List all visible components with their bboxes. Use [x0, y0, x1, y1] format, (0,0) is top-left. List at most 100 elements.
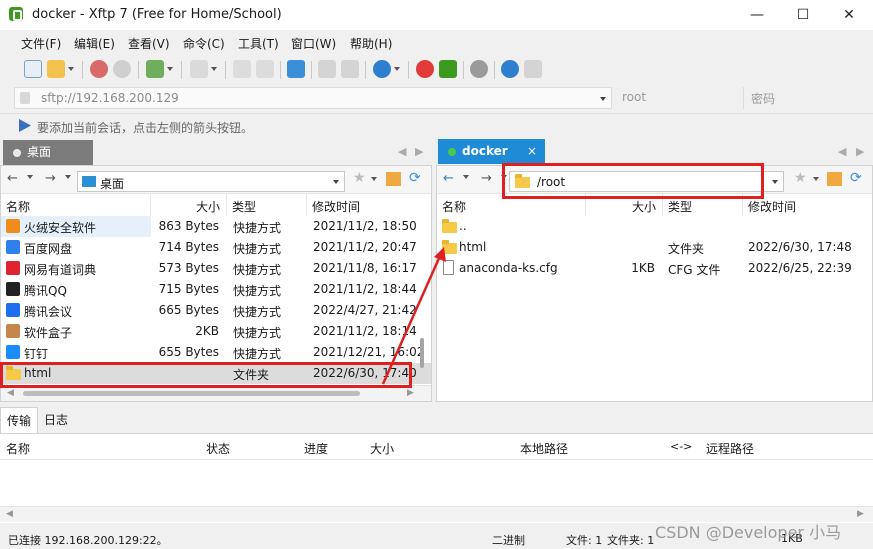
scroll-left-icon[interactable]: ◀ [7, 388, 14, 398]
menu-view[interactable]: 查看(V) [128, 35, 170, 52]
table-row[interactable]: html 文件夹 2022/6/30, 17:48 [437, 237, 872, 258]
table-row[interactable]: 火绒安全软件 863 Bytes 快捷方式 2021/11/2, 18:50 [1, 216, 431, 237]
col-type[interactable]: 类型 [227, 194, 307, 216]
xshell-icon[interactable] [416, 60, 434, 78]
file-name: html [459, 240, 487, 254]
paste-icon[interactable] [256, 60, 274, 78]
transfer-col-progress[interactable]: 进度 [304, 440, 328, 457]
table-row[interactable]: 腾讯会议 665 Bytes 快捷方式 2022/4/27, 21:42 [1, 300, 431, 321]
menu-window[interactable]: 窗口(W) [291, 35, 336, 52]
chevron-down-icon[interactable] [371, 177, 377, 181]
chevron-down-icon[interactable] [600, 97, 606, 101]
tab-scroll-right-icon[interactable]: ▶ [856, 145, 864, 158]
menu-help[interactable]: 帮助(H) [350, 35, 392, 52]
home-folder-icon[interactable] [386, 172, 401, 186]
chevron-down-icon[interactable] [211, 67, 217, 71]
chevron-down-icon[interactable] [27, 175, 33, 179]
sync-icon[interactable] [287, 60, 305, 78]
tab-close-icon[interactable]: × [527, 139, 537, 164]
arrow-icon[interactable] [19, 119, 31, 132]
connect-icon[interactable] [90, 60, 108, 78]
xftp-icon[interactable] [439, 60, 457, 78]
chevron-down-icon[interactable] [772, 180, 778, 184]
chevron-down-icon[interactable] [65, 175, 71, 179]
transfer-mode[interactable]: 二进制 [492, 532, 525, 548]
username-field[interactable]: root [616, 87, 744, 109]
help-icon[interactable] [501, 60, 519, 78]
queue-icon[interactable] [341, 60, 359, 78]
copy-icon[interactable] [233, 60, 251, 78]
chevron-down-icon[interactable] [68, 67, 74, 71]
tab-docker[interactable]: docker × [438, 139, 545, 164]
chevron-down-icon[interactable] [394, 67, 400, 71]
chat-icon[interactable] [524, 60, 542, 78]
scroll-left-icon[interactable]: ◀ [6, 509, 13, 519]
tab-scroll-left-icon[interactable]: ◀ [838, 145, 846, 158]
back-icon[interactable]: ← [443, 171, 454, 186]
tab-desktop[interactable]: 桌面 [3, 140, 93, 165]
chevron-down-icon[interactable] [167, 67, 173, 71]
transfer-col-local-path[interactable]: 本地路径 [520, 440, 568, 457]
col-modified[interactable]: 修改时间 [307, 194, 431, 216]
new-window-icon[interactable] [146, 60, 164, 78]
scroll-right-icon[interactable]: ▶ [407, 388, 414, 398]
bookmark-star-icon[interactable]: ★ [353, 170, 366, 186]
chevron-down-icon[interactable] [813, 177, 819, 181]
address-input[interactable]: sftp://192.168.200.129 [14, 87, 612, 109]
menu-file[interactable]: 文件(F) [21, 35, 61, 52]
chevron-down-icon[interactable] [333, 180, 339, 184]
tab-log[interactable]: 日志 [38, 407, 74, 433]
scroll-right-icon[interactable]: ▶ [857, 509, 864, 519]
password-field[interactable]: 密码 [745, 87, 869, 109]
menu-tools[interactable]: 工具(T) [238, 35, 279, 52]
tab-scroll-left-icon[interactable]: ◀ [398, 145, 406, 158]
close-window-button[interactable]: ✕ [826, 0, 872, 30]
col-size[interactable]: 大小 [151, 194, 227, 216]
back-icon[interactable]: ← [7, 171, 18, 186]
gear-icon[interactable] [470, 60, 488, 78]
toolbar-separator [408, 61, 409, 79]
transfer-col-status[interactable]: 状态 [206, 440, 230, 457]
transfer-col-size[interactable]: 大小 [370, 440, 394, 457]
vertical-scrollbar[interactable] [420, 338, 424, 368]
transfer-col-direction[interactable]: <-> [670, 440, 692, 453]
menu-command[interactable]: 命令(C) [183, 35, 225, 52]
scrollbar-thumb[interactable] [23, 391, 360, 396]
forward-icon[interactable]: → [481, 171, 492, 186]
shortcut-icon [6, 219, 20, 233]
transfer-icon[interactable] [318, 60, 336, 78]
transfer-col-remote-path[interactable]: 远程路径 [706, 440, 754, 457]
file-modified: 2021/11/2, 20:47 [313, 240, 417, 254]
menu-edit[interactable]: 编辑(E) [74, 35, 115, 52]
tab-status-dot-icon [13, 149, 21, 157]
forward-icon[interactable]: → [45, 171, 56, 186]
new-session-icon[interactable] [24, 60, 42, 78]
home-folder-icon[interactable] [827, 172, 842, 186]
transfer-col-name[interactable]: 名称 [6, 440, 30, 457]
local-nav-row: ← → 桌面 ★ ⟳ [1, 166, 431, 194]
col-name[interactable]: 名称 [1, 194, 151, 216]
refresh-icon[interactable]: ⟳ [409, 170, 421, 186]
table-row[interactable]: anaconda-ks.cfg 1KB CFG 文件 2022/6/25, 22:39 [437, 258, 872, 279]
hint-bar: 要添加当前会话，点击左侧的箭头按钮。 [0, 113, 873, 137]
file-type: 快捷方式 [233, 263, 282, 277]
minimize-button[interactable]: — [734, 0, 780, 30]
disconnect-icon[interactable] [113, 60, 131, 78]
table-row[interactable]: 软件盒子 2KB 快捷方式 2021/11/2, 18:14 [1, 321, 431, 342]
tab-transfer[interactable]: 传输 [0, 407, 39, 433]
table-row[interactable]: 网易有道词典 573 Bytes 快捷方式 2021/11/8, 16:17 [1, 258, 431, 279]
view-icon[interactable] [190, 60, 208, 78]
maximize-button[interactable]: ☐ [780, 0, 826, 30]
refresh-icon[interactable]: ⟳ [850, 170, 862, 186]
bookmark-star-icon[interactable]: ★ [794, 170, 807, 186]
table-row[interactable]: 腾讯QQ 715 Bytes 快捷方式 2021/11/2, 18:44 [1, 279, 431, 300]
tab-scroll-right-icon[interactable]: ▶ [415, 145, 423, 158]
table-row[interactable]: 钉钉 655 Bytes 快捷方式 2021/12/21, 16:02 [1, 342, 431, 363]
table-row[interactable]: 百度网盘 714 Bytes 快捷方式 2021/11/2, 20:47 [1, 237, 431, 258]
open-folder-icon[interactable] [47, 60, 65, 78]
globe-icon[interactable] [373, 60, 391, 78]
local-path-input[interactable]: 桌面 [77, 171, 345, 192]
shortcut-icon [6, 282, 20, 296]
table-row[interactable]: .. [437, 216, 872, 237]
chevron-down-icon[interactable] [463, 175, 469, 179]
